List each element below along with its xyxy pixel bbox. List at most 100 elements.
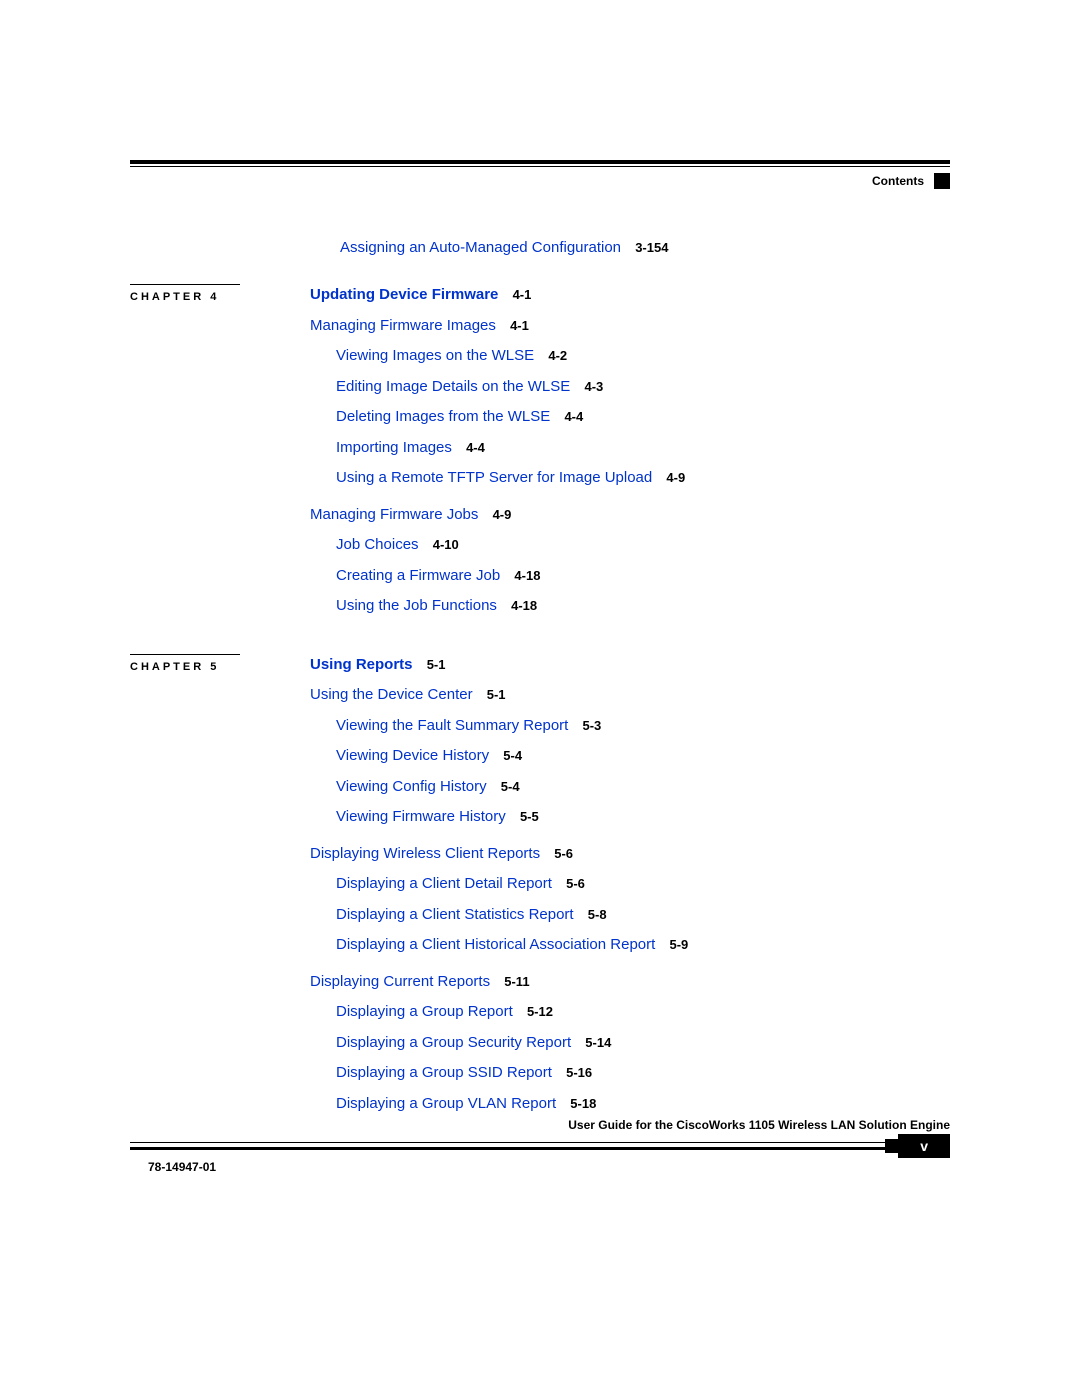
toc-entry: Job Choices 4-10 — [336, 534, 950, 557]
toc-entry: Using Reports 5-1 — [310, 654, 950, 677]
contents-label: Contents — [872, 174, 924, 188]
page-ref: 5-16 — [566, 1065, 592, 1080]
toc-link[interactable]: Displaying Current Reports — [310, 973, 490, 990]
toc-link[interactable]: Managing Firmware Jobs — [310, 506, 478, 523]
page-ref: 5-6 — [566, 876, 585, 891]
footer-doc-number: 78-14947-01 — [148, 1160, 950, 1174]
toc-entry: Using the Device Center 5-1 — [310, 684, 950, 707]
footer-page-number: v — [898, 1134, 950, 1158]
top-rule-thin — [130, 166, 950, 167]
page-ref: 5-11 — [504, 974, 529, 989]
page-ref: 4-2 — [548, 348, 567, 363]
toc-entry: Displaying a Group Security Report 5-14 — [336, 1032, 950, 1055]
toc-entry: Displaying a Client Detail Report 5-6 — [336, 873, 950, 896]
toc-link[interactable]: Managing Firmware Images — [310, 317, 496, 334]
toc-link[interactable]: Using the Device Center — [310, 686, 473, 703]
toc-link[interactable]: Editing Image Details on the WLSE — [336, 378, 570, 395]
chapter-5-block: CHAPTER 5 Using Reports 5-1 Using the De… — [130, 654, 950, 1124]
toc-link[interactable]: Displaying a Client Detail Report — [336, 875, 552, 892]
toc-entry: Updating Device Firmware 4-1 — [310, 284, 950, 307]
page-ref: 3-154 — [635, 240, 668, 255]
toc-entry: Deleting Images from the WLSE 4-4 — [336, 406, 950, 429]
page-ref: 4-18 — [514, 568, 540, 583]
page-ref: 5-9 — [669, 937, 688, 952]
page-ref: 5-1 — [427, 657, 446, 672]
chapter-title-link[interactable]: Updating Device Firmware — [310, 286, 498, 303]
toc-link[interactable]: Displaying a Group SSID Report — [336, 1064, 552, 1081]
toc-link[interactable]: Viewing Firmware History — [336, 808, 506, 825]
page-ref: 5-18 — [570, 1096, 596, 1111]
toc-entry: Creating a Firmware Job 4-18 — [336, 565, 950, 588]
page-ref: 5-4 — [501, 779, 520, 794]
page-ref: 4-1 — [513, 287, 532, 302]
toc-content: Assigning an Auto-Managed Configuration … — [130, 239, 950, 1123]
page-ref: 4-4 — [564, 409, 583, 424]
toc-link[interactable]: Deleting Images from the WLSE — [336, 408, 550, 425]
page-ref: 4-9 — [666, 470, 685, 485]
page-ref: 5-8 — [588, 907, 607, 922]
chapter-5-label: CHAPTER 5 — [130, 654, 240, 673]
page-ref: 5-14 — [585, 1035, 611, 1050]
page-ref: 5-3 — [583, 718, 602, 733]
toc-link[interactable]: Creating a Firmware Job — [336, 567, 500, 584]
header-marker-box — [934, 173, 950, 189]
page-ref: 4-9 — [493, 507, 512, 522]
toc-entry: Displaying a Group SSID Report 5-16 — [336, 1062, 950, 1085]
chapter-label-col: CHAPTER 5 — [130, 654, 310, 675]
chapter-4-body: Updating Device Firmware 4-1 Managing Fi… — [310, 284, 950, 626]
chapter-title-link[interactable]: Using Reports — [310, 656, 413, 673]
toc-entry: Viewing the Fault Summary Report 5-3 — [336, 715, 950, 738]
toc-link[interactable]: Displaying a Client Statistics Report — [336, 906, 574, 923]
toc-entry: Displaying Wireless Client Reports 5-6 — [310, 843, 950, 866]
chapter-5-body: Using Reports 5-1 Using the Device Cente… — [310, 654, 950, 1124]
toc-link[interactable]: Using a Remote TFTP Server for Image Upl… — [336, 469, 652, 486]
toc-link[interactable]: Viewing Device History — [336, 747, 489, 764]
toc-link[interactable]: Displaying a Group Report — [336, 1003, 513, 1020]
header-row: Contents — [130, 173, 950, 189]
toc-entry: Assigning an Auto-Managed Configuration … — [340, 239, 950, 256]
toc-link[interactable]: Viewing Config History — [336, 778, 487, 795]
toc-link[interactable]: Assigning an Auto-Managed Configuration — [340, 239, 621, 256]
footer-rule-line — [130, 1142, 885, 1150]
toc-link[interactable]: Using the Job Functions — [336, 597, 497, 614]
toc-entry: Managing Firmware Jobs 4-9 — [310, 504, 950, 527]
toc-entry: Displaying a Client Statistics Report 5-… — [336, 904, 950, 927]
toc-link[interactable]: Importing Images — [336, 439, 452, 456]
toc-link[interactable]: Viewing Images on the WLSE — [336, 347, 534, 364]
toc-link[interactable]: Displaying a Client Historical Associati… — [336, 936, 655, 953]
chapter-label-col: CHAPTER 4 — [130, 284, 310, 305]
footer-marker-box — [885, 1139, 899, 1153]
page-ref: 5-1 — [487, 687, 506, 702]
page-ref: 5-4 — [503, 748, 522, 763]
footer-guide-title: User Guide for the CiscoWorks 1105 Wirel… — [130, 1118, 950, 1132]
toc-entry: Displaying Current Reports 5-11 — [310, 971, 950, 994]
toc-link[interactable]: Viewing the Fault Summary Report — [336, 717, 568, 734]
toc-entry: Viewing Images on the WLSE 4-2 — [336, 345, 950, 368]
page-ref: 5-5 — [520, 809, 539, 824]
page-ref: 4-4 — [466, 440, 485, 455]
page-ref: 4-3 — [584, 379, 603, 394]
chapter-4-block: CHAPTER 4 Updating Device Firmware 4-1 M… — [130, 284, 950, 626]
page-ref: 4-1 — [510, 318, 529, 333]
page-ref: 5-6 — [554, 846, 573, 861]
toc-entry: Displaying a Group Report 5-12 — [336, 1001, 950, 1024]
footer-rule: v — [130, 1134, 950, 1158]
chapter-4-label: CHAPTER 4 — [130, 284, 240, 303]
toc-entry: Using a Remote TFTP Server for Image Upl… — [336, 467, 950, 490]
page-ref: 4-18 — [511, 598, 537, 613]
toc-link[interactable]: Job Choices — [336, 536, 419, 553]
toc-entry: Displaying a Group VLAN Report 5-18 — [336, 1093, 950, 1116]
toc-entry: Importing Images 4-4 — [336, 437, 950, 460]
toc-entry: Viewing Firmware History 5-5 — [336, 806, 950, 829]
toc-entry: Editing Image Details on the WLSE 4-3 — [336, 376, 950, 399]
page-ref: 4-10 — [433, 537, 459, 552]
toc-link[interactable]: Displaying a Group VLAN Report — [336, 1095, 556, 1112]
toc-entry: Viewing Config History 5-4 — [336, 776, 950, 799]
toc-entry: Managing Firmware Images 4-1 — [310, 315, 950, 338]
toc-link[interactable]: Displaying Wireless Client Reports — [310, 845, 540, 862]
page-ref: 5-12 — [527, 1004, 553, 1019]
page-footer: User Guide for the CiscoWorks 1105 Wirel… — [130, 1118, 950, 1174]
page-frame: Contents Assigning an Auto-Managed Confi… — [130, 160, 950, 1123]
toc-link[interactable]: Displaying a Group Security Report — [336, 1034, 571, 1051]
toc-entry: Displaying a Client Historical Associati… — [336, 934, 950, 957]
